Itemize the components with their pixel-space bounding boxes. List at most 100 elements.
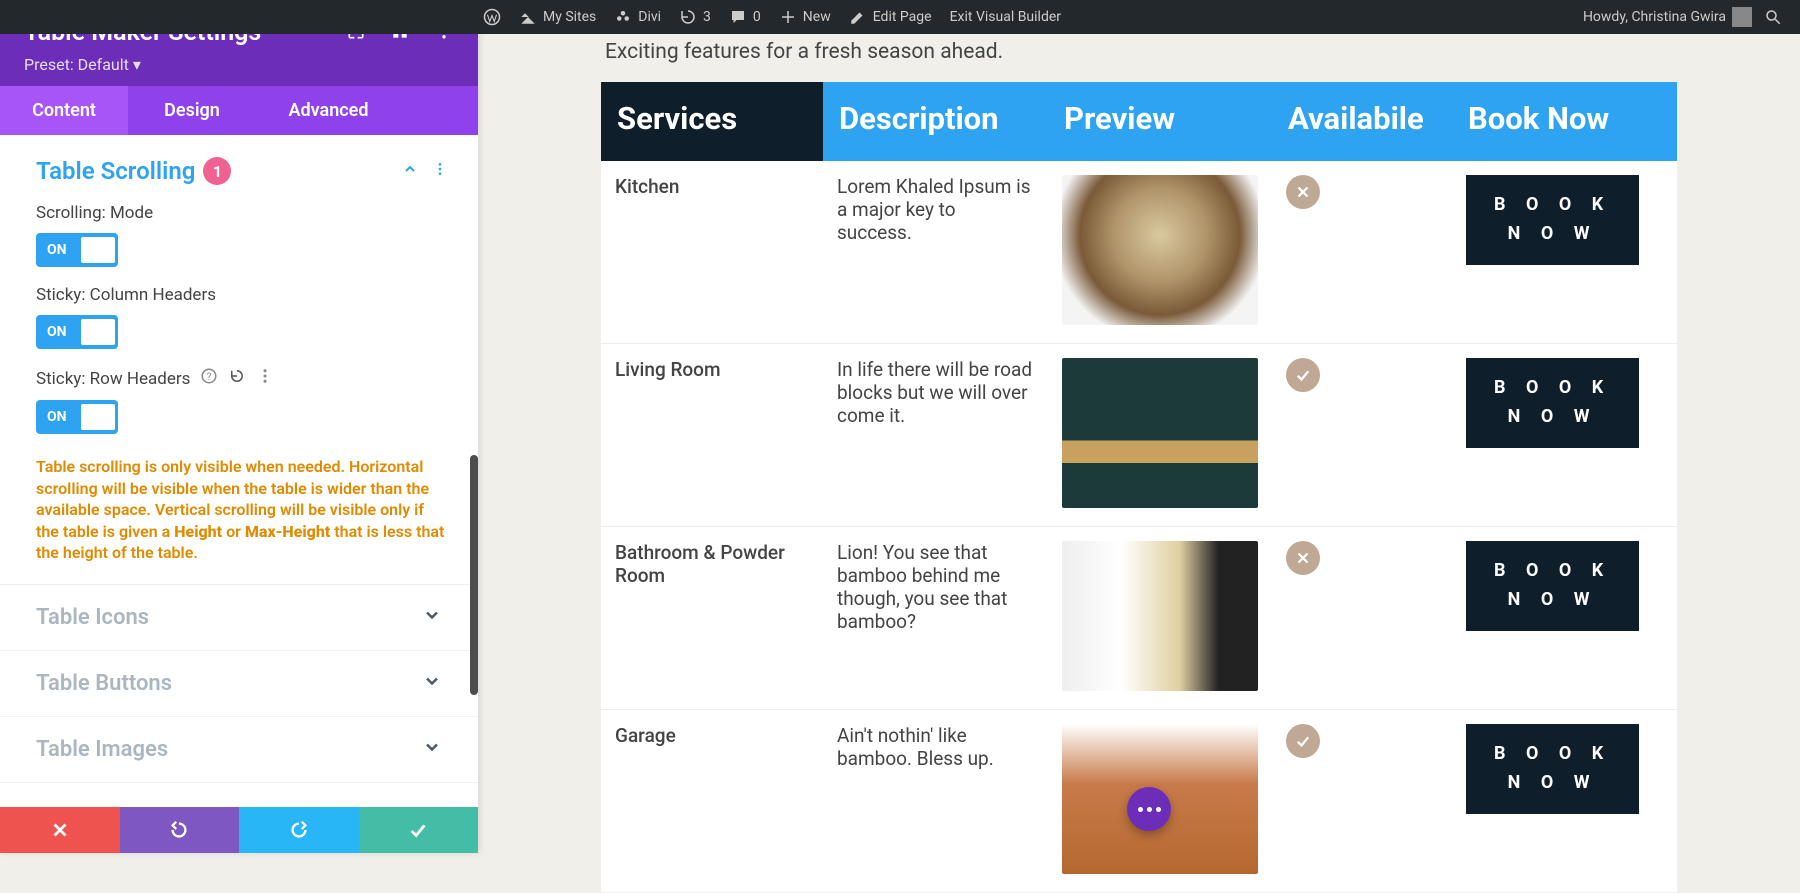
toggle-sticky-row[interactable]: ON [36,400,118,434]
label-sticky-col: Sticky: Column Headers [36,285,448,305]
cell-service: Garage [601,710,823,893]
cell-description: Ain't nothin' like bamboo. Bless up. [823,710,1048,893]
services-table: Services Description Preview Availabile … [601,82,1677,893]
th-services: Services [601,82,823,161]
book-now-button[interactable]: B O O KN O W [1466,724,1639,814]
updates-count: 3 [703,9,711,25]
site-name-label: Divi [638,9,661,25]
cell-book: B O O KN O W [1452,161,1677,344]
exit-vb-link[interactable]: Exit Visual Builder [950,9,1061,25]
save-button[interactable] [359,807,479,853]
cell-preview [1048,161,1272,344]
label-sticky-row: Sticky: Row Headers ? [36,367,448,390]
section-title: Table Icons [36,605,149,630]
tab-content[interactable]: Content [0,86,128,135]
section-title: Table Buttons [36,671,172,696]
badge-count: 1 [203,157,231,185]
exit-vb-label: Exit Visual Builder [950,9,1061,25]
table-row: Bathroom & Powder RoomLion! You see that… [601,527,1677,710]
toggle-knob [81,404,115,430]
toggle-knob [81,319,115,345]
sidebar-footer [0,807,478,853]
label-scrolling-mode: Scrolling: Mode [36,203,448,223]
wp-admin-bar: My Sites Divi 3 0 New Edit Page Exit Vis… [0,0,1800,34]
th-available: Availabile [1272,82,1452,161]
cell-book: B O O KN O W [1452,344,1677,527]
toggle-on-label: ON [47,409,67,425]
toggle-on-label: ON [47,242,67,258]
howdy-label: Howdy, Christina Gwira [1583,9,1726,25]
help-icon[interactable]: ? [200,367,218,390]
section-header[interactable]: Table Scrolling 1 [36,157,448,185]
my-sites-link[interactable]: My Sites [519,8,596,26]
edit-page-link[interactable]: Edit Page [849,8,932,26]
preview-image [1062,358,1258,508]
chevron-down-icon [422,605,442,629]
my-sites-label: My Sites [543,9,596,25]
book-now-button[interactable]: B O O KN O W [1466,175,1639,265]
svg-text:?: ? [207,372,212,383]
section-title: Table Images [36,737,168,762]
cancel-button[interactable] [0,807,120,853]
new-link[interactable]: New [779,8,831,26]
cell-description: Lorem Khaled Ipsum is a major key to suc… [823,161,1048,344]
comments-link[interactable]: 0 [729,8,761,26]
cell-available [1272,527,1452,710]
preview-image [1062,541,1258,691]
cell-service: Bathroom & Powder Room [601,527,823,710]
chevron-down-icon [422,737,442,761]
book-now-button[interactable]: B O O KN O W [1466,358,1639,448]
sidebar-body: Table Scrolling 1 Scrolling: Mode ON Sti… [0,135,478,807]
cell-available [1272,710,1452,893]
chevron-down-icon [422,671,442,695]
redo-button[interactable] [239,807,359,853]
section-table-icons[interactable]: Table Icons [0,585,478,651]
chevron-up-icon[interactable] [402,161,418,181]
row-more-icon[interactable] [256,367,274,390]
fab-more-button[interactable] [1127,787,1171,831]
th-description: Description [823,82,1048,161]
section-more-icon[interactable] [432,161,448,181]
avatar-icon [1732,7,1752,27]
toggle-scrolling-mode[interactable]: ON [36,233,118,267]
updates-link[interactable]: 3 [679,8,711,26]
main-preview: Exciting features for a fresh season ahe… [478,0,1800,853]
wp-logo-icon[interactable] [483,8,501,26]
cell-preview [1048,344,1272,527]
site-link[interactable]: Divi [614,8,661,26]
section-table-scrolling: Table Scrolling 1 Scrolling: Mode ON Sti… [0,135,478,585]
settings-sidebar: Table Maker Settings Preset: Default ▾ C… [0,0,478,853]
check-icon [1286,724,1320,758]
x-icon [1286,541,1320,575]
section-title: Table Scrolling [36,157,195,185]
reset-icon[interactable] [228,367,246,390]
search-icon[interactable] [1764,8,1782,26]
x-icon [1286,175,1320,209]
section-table-buttons[interactable]: Table Buttons [0,651,478,717]
cell-preview [1048,527,1272,710]
cell-book: B O O KN O W [1452,710,1677,893]
cell-description: Lion! You see that bamboo behind me thou… [823,527,1048,710]
settings-tabs: Content Design Advanced [0,86,478,135]
th-book: Book Now [1452,82,1677,161]
edit-page-label: Edit Page [873,9,932,25]
toggle-sticky-col[interactable]: ON [36,315,118,349]
cell-available [1272,344,1452,527]
check-icon [1286,358,1320,392]
page-subtitle: Exciting features for a fresh season ahe… [605,40,1677,64]
section-table-images[interactable]: Table Images [0,717,478,783]
table-row: Living RoomIn life there will be road bl… [601,344,1677,527]
tab-advanced[interactable]: Advanced [256,86,401,135]
book-now-button[interactable]: B O O KN O W [1466,541,1639,631]
scrollbar-thumb[interactable] [470,455,478,695]
th-preview: Preview [1048,82,1272,161]
howdy-link[interactable]: Howdy, Christina Gwira [1583,7,1752,27]
undo-button[interactable] [120,807,240,853]
preview-image [1062,175,1258,325]
toggle-knob [81,237,115,263]
cell-service: Kitchen [601,161,823,344]
warning-text: Table scrolling is only visible when nee… [36,456,448,564]
preset-selector[interactable]: Preset: Default ▾ [24,55,454,74]
tab-design[interactable]: Design [128,86,256,135]
new-label: New [803,9,831,25]
